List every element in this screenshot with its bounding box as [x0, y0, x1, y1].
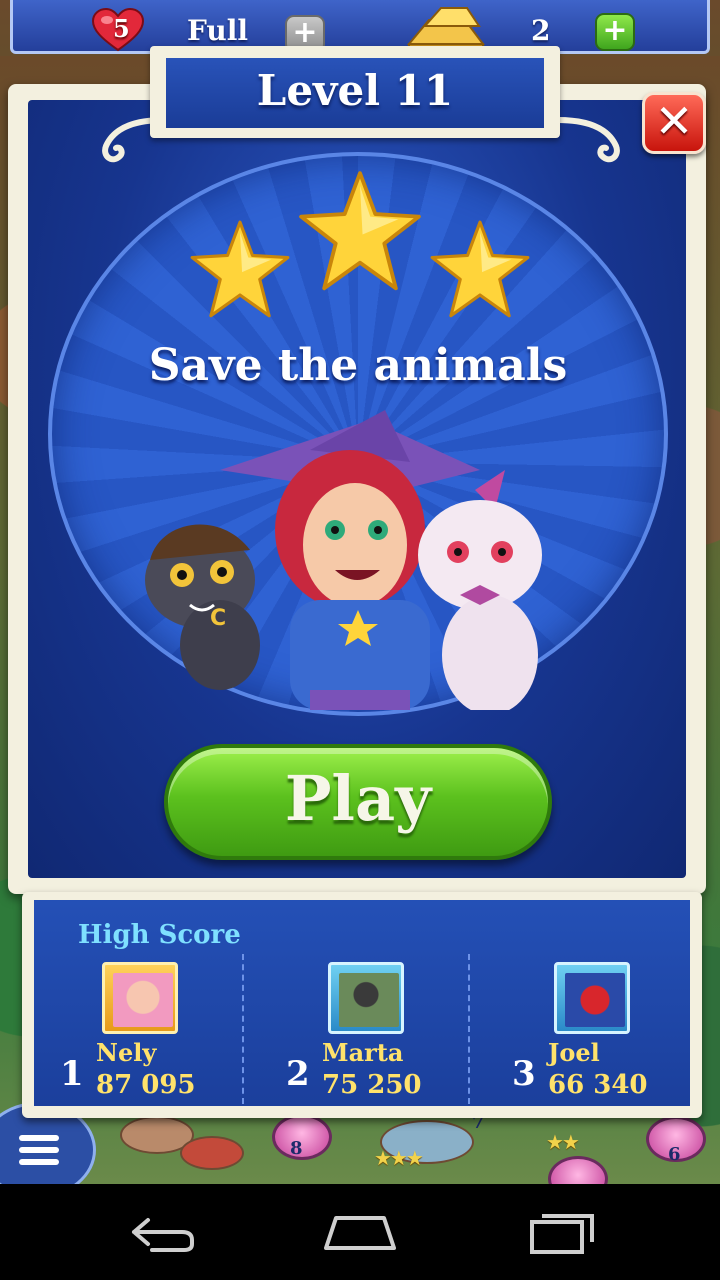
close-button[interactable]: ✕ [642, 92, 706, 154]
high-score-inner: High Score 1 Nely 87 095 2 Marta 75 250 … [34, 900, 690, 1106]
player-rank: 2 [286, 1054, 310, 1094]
level-title-inner: Level 11 [166, 58, 544, 128]
swirl-ornament-right [555, 117, 620, 163]
avatar-photo [565, 973, 625, 1027]
level-title: Level 11 [256, 66, 454, 115]
system-nav-bar [0, 1184, 720, 1280]
lives-count: 5 [113, 14, 130, 43]
star-icon [299, 171, 421, 291]
player-score: 87 095 [96, 1070, 196, 1100]
player-score: 75 250 [322, 1070, 422, 1100]
map-level-node[interactable] [548, 1156, 608, 1186]
level-title-tab: Level 11 [150, 46, 560, 138]
avatar-photo [113, 973, 173, 1027]
star-icon [430, 220, 530, 318]
play-button[interactable]: Play [164, 744, 552, 860]
leaderboard-entry[interactable]: 3 Joel 66 340 [512, 962, 720, 1102]
home-icon[interactable] [312, 1204, 408, 1260]
menu-icon [19, 1135, 59, 1141]
map-level-stars: ★★ [546, 1130, 580, 1154]
map-level-stars: ★★★ [374, 1146, 424, 1170]
high-score-panel: High Score 1 Nely 87 095 2 Marta 75 250 … [22, 892, 702, 1118]
player-name: Joel [548, 1038, 600, 1067]
gold-count: 2 [531, 14, 551, 47]
lives-status: Full [187, 14, 249, 47]
back-icon[interactable] [112, 1204, 208, 1260]
map-level-number: 8 [290, 1138, 303, 1159]
player-rank: 1 [60, 1054, 84, 1094]
level-goal: Save the animals [148, 340, 568, 391]
star-icon [190, 220, 290, 318]
player-score: 66 340 [548, 1070, 648, 1100]
leaderboard-entry[interactable]: 2 Marta 75 250 [286, 962, 496, 1102]
avatar [102, 962, 178, 1034]
avatar-photo [339, 973, 399, 1027]
player-name: Nely [96, 1038, 157, 1067]
avatar [554, 962, 630, 1034]
player-name: Marta [322, 1038, 404, 1067]
recents-icon[interactable] [514, 1204, 610, 1260]
black-cat-figure: C [145, 524, 260, 690]
high-score-label: High Score [78, 920, 241, 950]
leaderboard-entry[interactable]: 1 Nely 87 095 [60, 962, 270, 1102]
map-path-stone [180, 1136, 244, 1170]
plus-icon: + [292, 15, 318, 50]
avatar [328, 962, 404, 1034]
close-icon: ✕ [654, 94, 694, 148]
play-button-label: Play [284, 762, 432, 835]
player-rank: 3 [512, 1054, 536, 1094]
plus-icon: + [602, 13, 628, 48]
characters-illustration: C [145, 410, 542, 710]
add-gold-button[interactable]: + [595, 13, 635, 51]
svg-text:C: C [210, 606, 226, 631]
white-cat-figure [418, 470, 542, 710]
map-level-number: 6 [668, 1144, 681, 1165]
